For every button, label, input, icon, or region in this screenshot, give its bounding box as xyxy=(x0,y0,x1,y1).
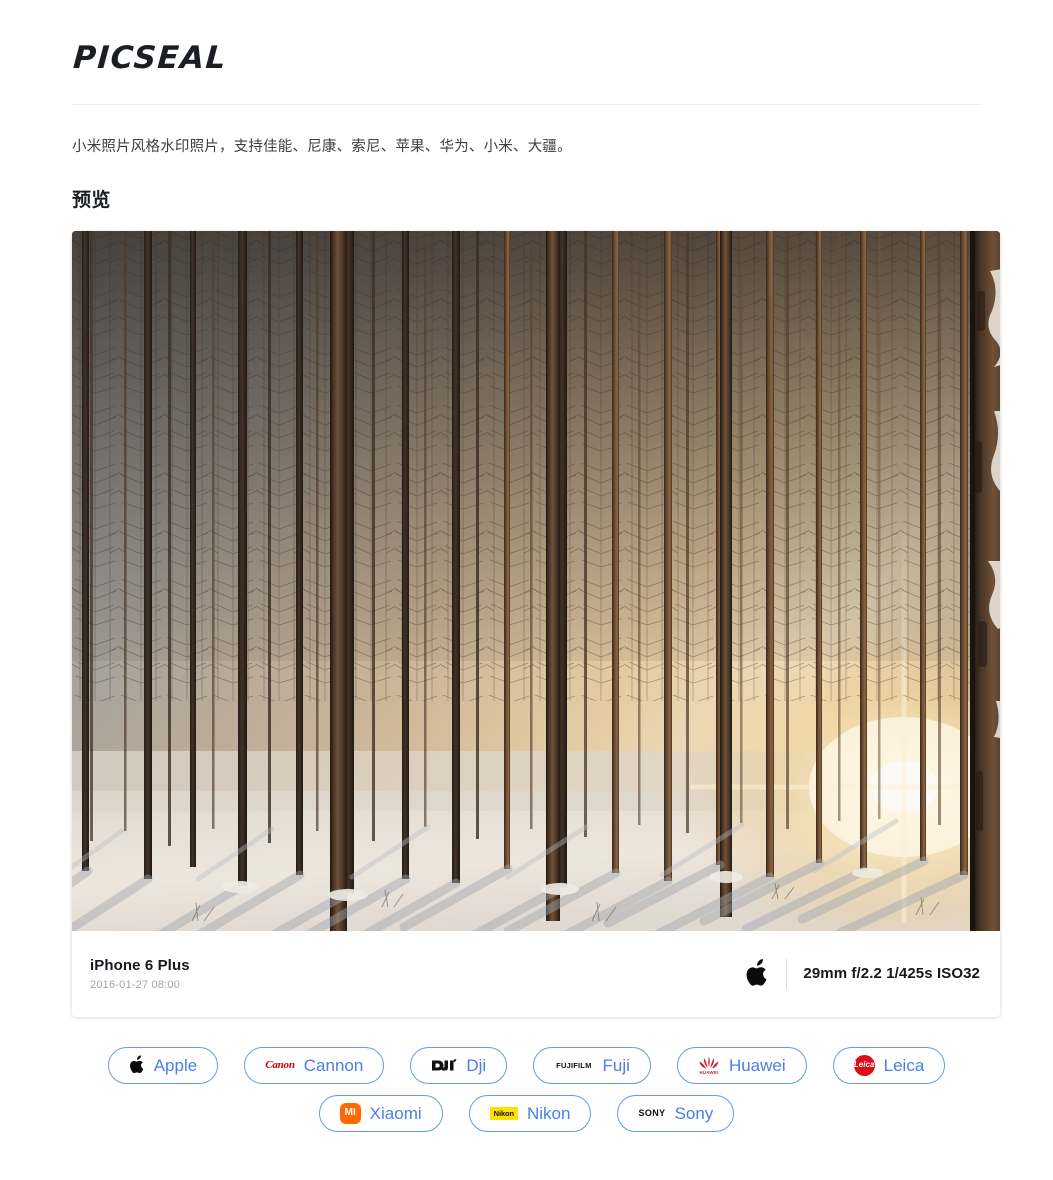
brand-label: Apple xyxy=(153,1055,198,1075)
watermark-left: iPhone 6 Plus 2016-01-27 08:00 xyxy=(90,957,190,991)
brand-button-dji[interactable]: Dji xyxy=(410,1046,508,1084)
brand-label: Nikon xyxy=(526,1103,571,1123)
page-description: 小米照片风格水印照片，支持佳能、尼康、索尼、苹果、华为、小米、大疆。 xyxy=(72,138,572,155)
page-title: PICSEAL xyxy=(72,40,229,76)
brand-button-apple[interactable]: Apple xyxy=(107,1046,219,1084)
brand-label: Leica xyxy=(883,1055,925,1075)
fujifilm-wordmark: FUJIFILM xyxy=(556,1060,592,1070)
brand-button-xiaomi[interactable]: MI Xiaomi xyxy=(318,1094,443,1132)
brand-label: Fuji xyxy=(602,1055,630,1075)
xiaomi-wordmark: MI xyxy=(339,1102,361,1124)
huawei-logo-icon: HUAWEI xyxy=(698,1054,720,1076)
watermark-bar: iPhone 6 Plus 2016-01-27 08:00 29mm f/2.… xyxy=(72,930,1000,1017)
brand-button-cannon[interactable]: Canon Cannon xyxy=(244,1046,385,1084)
forest-photo-illustration xyxy=(72,230,1000,931)
canon-wordmark: Canon xyxy=(265,1058,295,1071)
camera-model: iPhone 6 Plus xyxy=(90,956,190,974)
xiaomi-logo-icon: MI xyxy=(339,1102,361,1124)
brand-label: Cannon xyxy=(303,1055,364,1075)
canon-logo-icon: Canon xyxy=(265,1054,295,1076)
dji-logo-icon xyxy=(431,1054,457,1076)
brand-button-nikon[interactable]: Nikon Nikon xyxy=(468,1094,592,1132)
leica-wordmark: Leica xyxy=(853,1054,875,1076)
brand-label: Sony xyxy=(674,1103,714,1123)
sony-wordmark: SONY xyxy=(638,1107,666,1118)
preview-section-heading: 预览 xyxy=(72,189,111,211)
brand-label: Xiaomi xyxy=(369,1103,422,1123)
page-root: PICSEAL 小米照片风格水印照片，支持佳能、尼康、索尼、苹果、华为、小米、大… xyxy=(0,0,1053,1180)
nikon-wordmark: Nikon xyxy=(489,1107,518,1120)
brand-button-sony[interactable]: SONY Sony xyxy=(617,1094,735,1132)
watermark-right: 29mm f/2.2 1/425s ISO32 xyxy=(742,957,980,991)
brand-button-leica[interactable]: Leica Leica xyxy=(832,1046,946,1084)
fujifilm-logo-icon: FUJIFILM xyxy=(554,1054,593,1076)
preview-photo xyxy=(72,230,1000,931)
brand-button-huawei[interactable]: HUAWEI Huawei xyxy=(676,1046,807,1084)
apple-logo-icon xyxy=(129,1054,145,1076)
leica-logo-icon: Leica xyxy=(853,1054,875,1076)
capture-date: 2016-01-27 08:00 xyxy=(90,978,181,991)
preview-card: iPhone 6 Plus 2016-01-27 08:00 29mm f/2.… xyxy=(72,230,1000,1017)
watermark-divider xyxy=(786,958,788,989)
apple-logo-icon xyxy=(742,957,772,991)
nikon-logo-icon: Nikon xyxy=(489,1102,518,1124)
brand-button-fuji[interactable]: FUJIFILM Fuji xyxy=(533,1046,651,1084)
brand-label: Dji xyxy=(466,1055,487,1075)
exif-info: 29mm f/2.2 1/425s ISO32 xyxy=(803,965,980,983)
huawei-wordmark: HUAWEI xyxy=(699,1069,719,1075)
brand-list: Apple Canon Cannon Dji FUJIFILM Fuji HUA… xyxy=(72,1046,981,1132)
sony-logo-icon: SONY xyxy=(638,1102,665,1124)
brand-row-1: Apple Canon Cannon Dji FUJIFILM Fuji HUA… xyxy=(72,1046,981,1084)
brand-label: Huawei xyxy=(728,1055,786,1075)
brand-row-2: MI Xiaomi Nikon Nikon SONY Sony xyxy=(72,1094,981,1132)
